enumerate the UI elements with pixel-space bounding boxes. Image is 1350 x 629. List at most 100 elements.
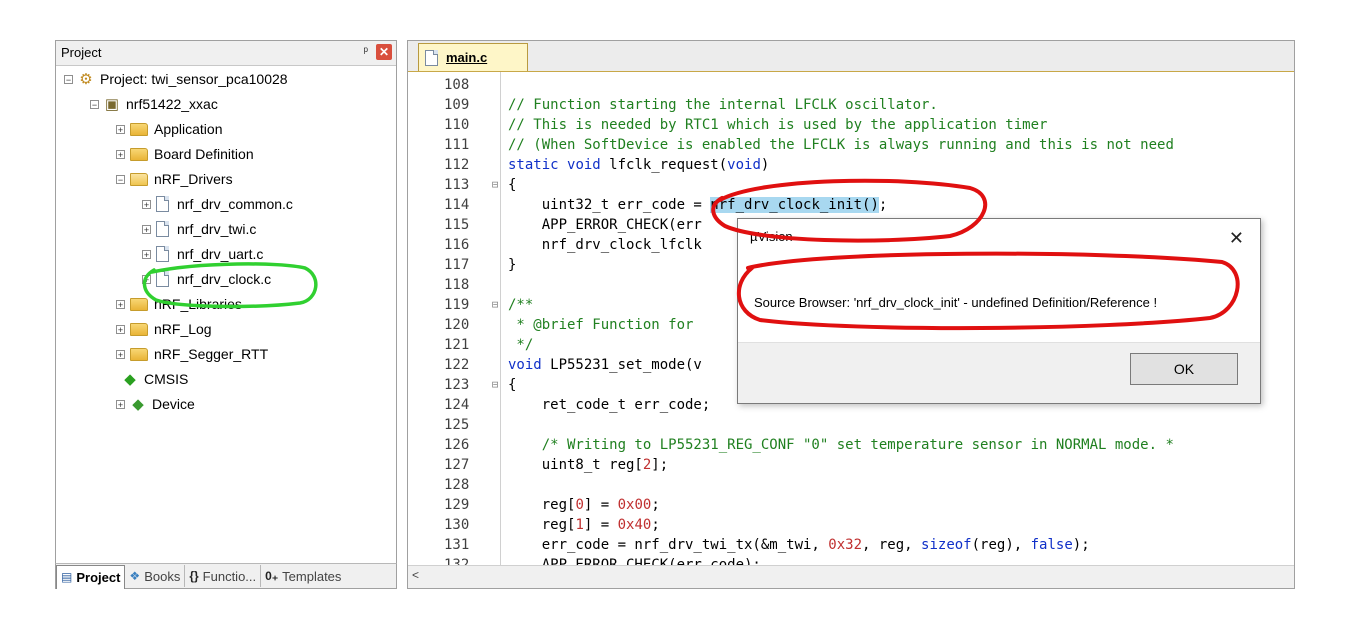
tree-item[interactable]: + Application <box>116 118 223 140</box>
expand-icon[interactable]: + <box>116 149 125 159</box>
tree-item[interactable]: − ▣ nrf51422_xxac <box>90 93 218 115</box>
code-line[interactable]: 109 // Function starting the internal LFC… <box>408 95 1294 115</box>
fold-marker[interactable]: ⊟ <box>490 375 500 395</box>
fold-marker[interactable]: ⊟ <box>490 295 500 315</box>
fold-marker[interactable] <box>490 355 500 375</box>
code-text: ret_code_t err_code; <box>508 397 711 413</box>
collapse-icon[interactable]: − <box>90 99 99 109</box>
tree-item[interactable]: ◆ CMSIS <box>122 368 188 390</box>
tree-item[interactable]: − nRF_Drivers <box>116 168 233 190</box>
collapse-icon[interactable]: − <box>64 74 73 84</box>
tree-item[interactable]: + Board Definition <box>116 143 254 165</box>
scroll-left-icon[interactable]: < <box>412 568 419 582</box>
close-pane-icon[interactable]: ✕ <box>376 44 392 60</box>
dialog-close-icon[interactable]: ✕ <box>1229 229 1244 247</box>
expand-icon[interactable]: + <box>116 399 125 409</box>
fold-marker[interactable] <box>490 75 500 95</box>
tab-books[interactable]: ❖ Books <box>125 565 186 587</box>
horizontal-scrollbar[interactable]: < <box>408 565 1294 588</box>
pin-icon[interactable]: ᵖ <box>363 44 368 58</box>
line-number: 110 <box>444 117 470 133</box>
fold-marker[interactable] <box>490 415 500 435</box>
line-number: 125 <box>444 417 470 433</box>
fold-marker[interactable] <box>490 535 500 555</box>
fold-marker[interactable] <box>490 235 500 255</box>
file-icon <box>156 246 169 262</box>
code-line[interactable]: 113 ⊟ { <box>408 175 1294 195</box>
fold-marker[interactable] <box>490 275 500 295</box>
tree-item-label: nrf_drv_clock.c <box>177 271 272 287</box>
fold-marker[interactable] <box>490 515 500 535</box>
expand-icon[interactable]: + <box>116 124 125 134</box>
tree-item-label: nRF_Drivers <box>154 171 233 187</box>
fold-marker[interactable] <box>490 115 500 135</box>
tree-item[interactable]: + nrf_drv_uart.c <box>142 243 263 265</box>
fold-marker[interactable] <box>490 155 500 175</box>
tab-main-c[interactable]: main.c <box>418 43 528 71</box>
fold-marker[interactable] <box>490 95 500 115</box>
line-number: 109 <box>444 97 470 113</box>
code-line[interactable]: 128 <box>408 475 1294 495</box>
tab-project[interactable]: ▤ Project <box>56 564 126 589</box>
code-line[interactable]: 130 reg[1] = 0x40; <box>408 515 1294 535</box>
fold-marker[interactable] <box>490 495 500 515</box>
tree-item[interactable]: + ◆ Device <box>116 393 195 415</box>
tree-item[interactable]: + nRF_Log <box>116 318 212 340</box>
fold-marker[interactable] <box>490 455 500 475</box>
dialog-footer: OK <box>738 342 1260 403</box>
tab-templates[interactable]: 0₊ Templates <box>261 565 345 587</box>
tree-item[interactable]: + nrf_drv_clock.c <box>142 268 271 290</box>
fold-marker[interactable] <box>490 335 500 355</box>
fold-marker[interactable] <box>490 215 500 235</box>
target-icon: ▣ <box>104 96 120 113</box>
tab-main-c-label: main.c <box>446 50 488 65</box>
code-text: /* Writing to LP55231_REG_CONF "0" set t… <box>508 437 1174 453</box>
fold-marker[interactable] <box>490 135 500 155</box>
code-line[interactable]: 112 static void lfclk_request(void) <box>408 155 1294 175</box>
code-line[interactable]: 129 reg[0] = 0x00; <box>408 495 1294 515</box>
fold-marker[interactable] <box>490 255 500 275</box>
tab-label: Books <box>144 568 181 584</box>
ok-button[interactable]: OK <box>1130 353 1238 385</box>
code-line[interactable]: 114 uint32_t err_code = nrf_drv_clock_in… <box>408 195 1294 215</box>
tree-item[interactable]: − ⚙ Project: twi_sensor_pca10028 <box>64 68 288 90</box>
gem-device-icon: ◆ <box>132 396 144 413</box>
tree-item[interactable]: + nRF_Segger_RTT <box>116 343 268 365</box>
tree-item[interactable]: + nrf_drv_twi.c <box>142 218 256 240</box>
line-number: 108 <box>444 77 470 93</box>
fold-marker[interactable] <box>490 395 500 415</box>
expand-icon[interactable]: + <box>142 274 151 284</box>
expand-icon[interactable]: + <box>142 224 151 234</box>
line-number: 123 <box>444 377 470 393</box>
line-number: 126 <box>444 437 470 453</box>
code-line[interactable]: 111 // (When SoftDevice is enabled the LF… <box>408 135 1294 155</box>
line-number: 116 <box>444 237 470 253</box>
fold-marker[interactable] <box>490 315 500 335</box>
expand-icon[interactable]: + <box>116 349 125 359</box>
fold-marker[interactable]: ⊟ <box>490 175 500 195</box>
tree-item[interactable]: + nrf_drv_common.c <box>142 193 293 215</box>
tab-functions[interactable]: {} Functio... <box>185 565 262 587</box>
collapse-icon[interactable]: − <box>116 174 125 184</box>
line-number: 129 <box>444 497 470 513</box>
code-line[interactable]: 126 /* Writing to LP55231_REG_CONF "0" s… <box>408 435 1294 455</box>
code-line[interactable]: 110 // This is needed by RTC1 which is us… <box>408 115 1294 135</box>
code-line[interactable]: 131 err_code = nrf_drv_twi_tx(&m_twi, 0x… <box>408 535 1294 555</box>
project-pane-title: Project <box>61 45 102 60</box>
code-line[interactable]: 108 <box>408 75 1294 95</box>
expand-icon[interactable]: + <box>116 299 125 309</box>
code-line[interactable]: 127 uint8_t reg[2]; <box>408 455 1294 475</box>
line-number: 130 <box>444 517 470 533</box>
tab-label: Functio... <box>202 568 257 584</box>
code-line[interactable]: 125 <box>408 415 1294 435</box>
fold-marker[interactable] <box>490 195 500 215</box>
expand-icon[interactable]: + <box>142 199 151 209</box>
code-text: reg[0] = 0x00; <box>508 497 660 513</box>
fold-marker[interactable] <box>490 435 500 455</box>
tree-item[interactable]: + nRF_Libraries <box>116 293 242 315</box>
line-number: 124 <box>444 397 470 413</box>
tab-label: Templates <box>282 568 342 584</box>
fold-marker[interactable] <box>490 475 500 495</box>
expand-icon[interactable]: + <box>116 324 125 334</box>
expand-icon[interactable]: + <box>142 249 151 259</box>
